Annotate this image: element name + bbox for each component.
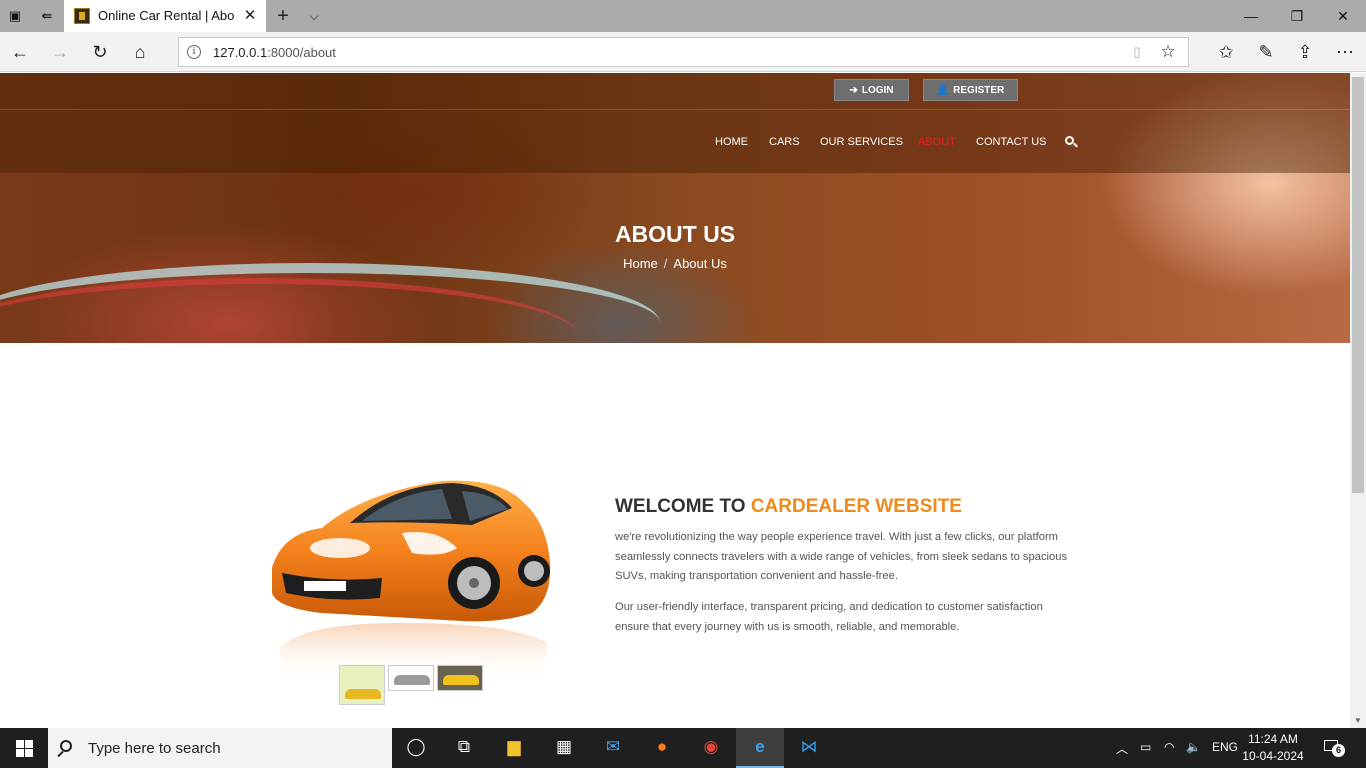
site-info-icon[interactable]: i	[187, 45, 201, 59]
edge-icon[interactable]: e	[736, 728, 784, 768]
nav-home[interactable]: HOME	[715, 136, 748, 148]
wifi-icon[interactable]: ◠	[1164, 740, 1174, 754]
tab-title: Online Car Rental | About	[98, 8, 234, 23]
chevron-down-icon[interactable]: ⌵	[304, 6, 324, 26]
start-button[interactable]	[0, 728, 48, 768]
clock-time: 11:24 AM	[1248, 732, 1298, 746]
welcome-highlight: CARDEALER WEBSITE	[750, 496, 962, 517]
car-thumbnail-2[interactable]	[388, 665, 434, 691]
system-clock[interactable]: 11:24 AM 10-04-2024	[1240, 731, 1306, 765]
close-window-icon[interactable]: ✕	[1320, 0, 1366, 32]
minimize-icon[interactable]: —	[1228, 0, 1274, 32]
car-thumbnail-1[interactable]	[339, 665, 385, 705]
login-button[interactable]: ➔ LOGIN	[834, 79, 909, 101]
welcome-heading: WELCOME TO CARDEALER WEBSITE	[615, 496, 962, 518]
language-indicator[interactable]: ENG	[1212, 740, 1238, 754]
search-placeholder: Type here to search	[88, 740, 221, 757]
register-label: REGISTER	[953, 85, 1005, 96]
set-tabs-aside-icon[interactable]: ⇚	[38, 7, 56, 25]
windows-taskbar: Type here to search ◯ ⧉ ▆ ▦ ✉ ● ◉ e ⋈ ︿ …	[0, 728, 1366, 768]
battery-icon[interactable]: ▭	[1140, 740, 1151, 754]
task-view-icon[interactable]: ⧉	[440, 728, 488, 768]
action-center-icon[interactable]: 6	[1322, 738, 1345, 757]
back-icon[interactable]: ←	[6, 38, 34, 66]
chrome-icon[interactable]: ◉	[687, 728, 735, 768]
browser-tab-bar: ▣ ⇚ Online Car Rental | About ✕ + ⌵ — ❐ …	[0, 0, 1366, 32]
clock-date: 10-04-2024	[1242, 749, 1304, 763]
site-favicon-icon	[74, 8, 90, 24]
vscode-icon[interactable]: ⋈	[785, 728, 833, 768]
favorites-list-icon[interactable]: ✩	[1212, 38, 1240, 66]
url-text[interactable]: 127.0.0.1:8000/about	[213, 45, 336, 60]
browser-toolbar: ← → ↻ ⌂ i 127.0.0.1:8000/about ▯ ☆ ✩ ✎ ⇪…	[0, 32, 1366, 72]
page-title: ABOUT US	[614, 221, 736, 247]
forward-icon[interactable]: →	[46, 38, 74, 66]
pen-icon[interactable]: ✎	[1252, 38, 1280, 66]
scroll-down-icon[interactable]: ▼	[1350, 714, 1366, 728]
url-host: 127.0.0.1	[213, 45, 268, 60]
user-plus-icon: 👤	[936, 85, 950, 96]
close-tab-icon[interactable]: ✕	[240, 6, 260, 26]
nav-cars[interactable]: CARS	[769, 136, 800, 148]
tab-actions-icon[interactable]: ▣	[6, 7, 24, 25]
url-path: :8000/about	[267, 45, 336, 60]
scroll-thumb[interactable]	[1352, 77, 1364, 493]
breadcrumb: Home / About Us	[0, 256, 1350, 271]
home-icon[interactable]: ⌂	[126, 38, 154, 66]
refresh-icon[interactable]: ↻	[86, 38, 114, 66]
welcome-prefix: WELCOME TO	[615, 496, 751, 517]
store-icon[interactable]: ▦	[540, 728, 588, 768]
favorite-star-icon[interactable]: ☆	[1158, 42, 1178, 62]
nav-contact-us[interactable]: CONTACT US	[976, 136, 1047, 148]
share-icon[interactable]: ⇪	[1291, 38, 1319, 66]
restore-icon[interactable]: ❐	[1274, 0, 1320, 32]
breadcrumb-separator: /	[663, 256, 668, 271]
notification-count: 6	[1332, 744, 1345, 757]
about-paragraph-1: we're revolutionizing the way people exp…	[615, 531, 1068, 582]
breadcrumb-current: About Us	[673, 256, 727, 271]
cortana-icon[interactable]: ◯	[392, 728, 440, 768]
car-image	[272, 480, 551, 683]
more-icon[interactable]: ⋯	[1331, 38, 1359, 66]
web-page: ➔ LOGIN 👤 REGISTER HOME CARS OUR SERVICES …	[0, 73, 1350, 728]
file-explorer-icon[interactable]: ▆	[490, 728, 538, 768]
reading-view-icon[interactable]: ▯	[1128, 43, 1146, 61]
sign-in-icon: ➔	[849, 85, 858, 96]
nav-our-services[interactable]: OUR SERVICES	[820, 136, 903, 148]
taskbar-search-input[interactable]: Type here to search	[48, 728, 392, 768]
search-icon[interactable]	[1064, 135, 1078, 149]
volume-icon[interactable]: 🔈	[1186, 740, 1201, 754]
about-paragraph-2: Our user-friendly interface, transparent…	[615, 601, 1043, 633]
hero-banner: ➔ LOGIN 👤 REGISTER HOME CARS OUR SERVICES …	[0, 73, 1350, 343]
login-label: LOGIN	[861, 85, 894, 96]
car-thumbnail-3[interactable]	[437, 665, 483, 691]
address-bar[interactable]: i 127.0.0.1:8000/about ▯ ☆	[178, 37, 1189, 67]
breadcrumb-home[interactable]: Home	[623, 256, 658, 271]
mail-icon[interactable]: ✉	[589, 728, 637, 768]
browser-tab[interactable]: Online Car Rental | About ✕	[64, 0, 266, 32]
register-button[interactable]: 👤 REGISTER	[923, 79, 1018, 101]
show-hidden-icons[interactable]: ︿	[1116, 740, 1128, 757]
nav-about[interactable]: ABOUT	[918, 136, 956, 148]
firefox-icon[interactable]: ●	[638, 728, 686, 768]
page-scrollbar[interactable]: ▲ ▼	[1350, 73, 1366, 728]
new-tab-icon[interactable]: +	[272, 4, 294, 28]
